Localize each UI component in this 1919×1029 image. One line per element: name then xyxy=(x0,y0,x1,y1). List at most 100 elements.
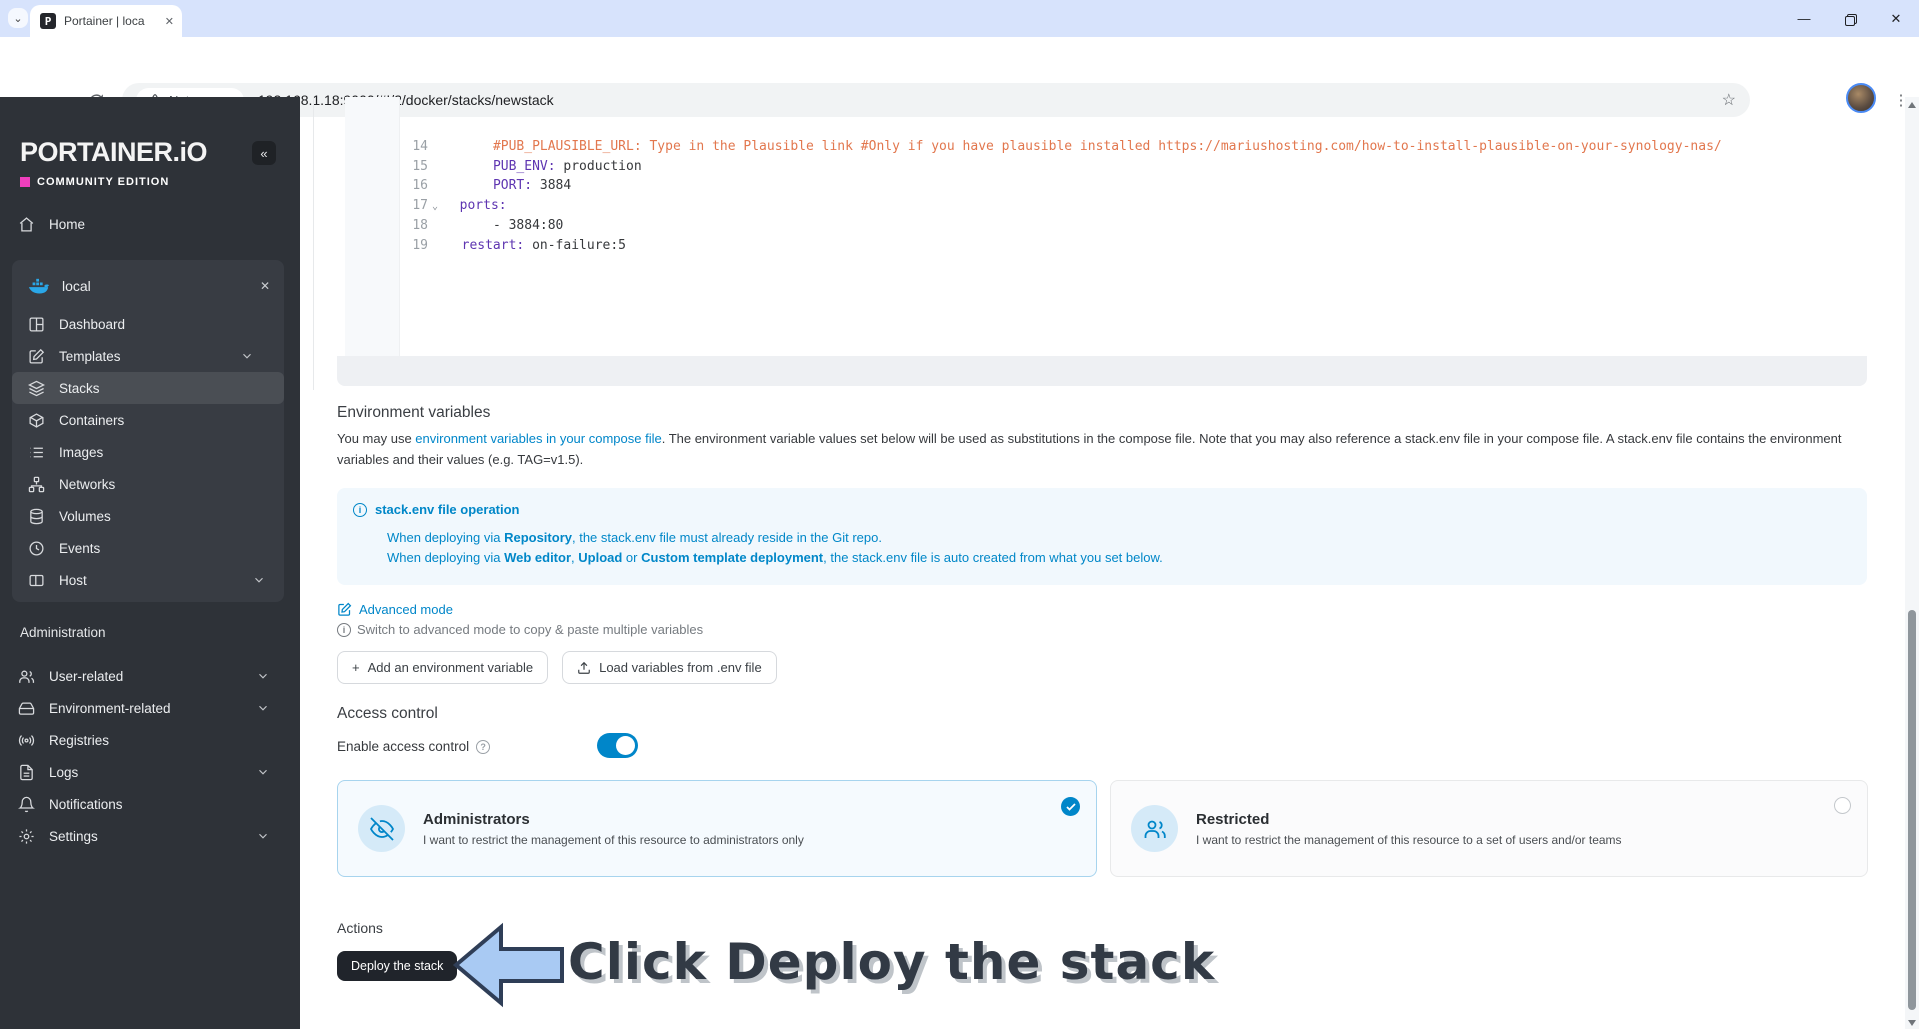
sidebar-item-label: Dashboard xyxy=(59,316,126,332)
containers-icon xyxy=(28,412,45,429)
page-scrollbar[interactable] xyxy=(1905,97,1919,1029)
sidebar-item-networks[interactable]: Networks xyxy=(12,468,284,500)
administrators-title: Administrators xyxy=(423,810,530,828)
sidebar-item-home[interactable]: Home xyxy=(0,208,300,240)
sidebar-item-label: Environment-related xyxy=(49,700,171,716)
access-option-restricted[interactable]: Restricted I want to restrict the manage… xyxy=(1110,780,1868,877)
sidebar-item-label: Networks xyxy=(59,476,116,492)
sidebar-item-containers[interactable]: Containers xyxy=(12,404,284,436)
sidebar-item-label: Stacks xyxy=(59,380,100,396)
radio-icon xyxy=(18,732,35,749)
infobox-title: stack.env file operation xyxy=(375,502,520,517)
form-widget-border xyxy=(313,97,314,390)
sidebar-item-dashboard[interactable]: Dashboard xyxy=(12,308,284,340)
info-icon: i xyxy=(337,622,351,637)
environment-name: local xyxy=(62,278,91,294)
browser-profile-avatar[interactable] xyxy=(1846,83,1876,113)
scrollbar-thumb[interactable] xyxy=(1908,610,1916,1010)
browser-titlebar: ⌄ P Portainer | loca ✕ — ✕ xyxy=(0,0,1919,37)
scrollbar-down-icon[interactable] xyxy=(1908,1020,1916,1026)
hard-drive-icon xyxy=(18,700,35,717)
sidebar-item-label: Home xyxy=(49,216,86,232)
url-text[interactable]: 192.168.1.18:9000/#!/2/docker/stacks/new… xyxy=(258,92,554,108)
sidebar-item-label: Templates xyxy=(59,348,121,364)
networks-icon xyxy=(28,476,45,493)
portainer-app-window: ⌄ P Portainer | loca ✕ — ✕ ← → Not secur… xyxy=(0,0,1919,1029)
users-icon xyxy=(1131,805,1178,852)
sidebar-item-environment-related[interactable]: Environment-related xyxy=(0,692,300,724)
events-icon xyxy=(28,540,45,557)
sidebar-item-label: Logs xyxy=(49,764,79,780)
actions-title: Actions xyxy=(337,920,383,936)
unselected-radio[interactable] xyxy=(1834,797,1851,814)
sidebar-item-host[interactable]: Host xyxy=(12,564,284,596)
access-control-toggle[interactable] xyxy=(597,733,638,758)
restricted-title: Restricted xyxy=(1196,810,1270,828)
sidebar-item-stacks[interactable]: Stacks xyxy=(12,372,284,404)
sidebar-item-volumes[interactable]: Volumes xyxy=(12,500,284,532)
tab-title: Portainer | loca xyxy=(64,14,145,28)
sidebar-item-label: Images xyxy=(59,444,104,460)
sidebar-item-events[interactable]: Events xyxy=(12,532,284,564)
plus-icon: + xyxy=(352,660,360,675)
sidebar: PORTAINER.iO « COMMUNITY EDITION Home lo… xyxy=(0,97,300,1029)
chevron-down-icon xyxy=(256,829,270,843)
deploy-the-stack-button[interactable]: Deploy the stack xyxy=(337,951,458,981)
compose-env-vars-link[interactable]: environment variables in your compose fi… xyxy=(415,431,661,446)
tab-search-button[interactable]: ⌄ xyxy=(8,8,28,28)
docker-whale-icon xyxy=(28,277,50,295)
bell-icon xyxy=(18,796,35,813)
help-icon[interactable]: ? xyxy=(476,739,491,754)
file-text-icon xyxy=(18,764,35,781)
window-minimize-button[interactable]: — xyxy=(1781,0,1827,37)
sidebar-item-settings[interactable]: Settings xyxy=(0,820,300,852)
browser-tab[interactable]: P Portainer | loca ✕ xyxy=(30,5,182,37)
portainer-logo: PORTAINER.iO xyxy=(20,137,208,167)
toggle-knob xyxy=(616,736,635,755)
tab-close-icon[interactable]: ✕ xyxy=(165,15,174,28)
access-control-title: Access control xyxy=(337,705,438,722)
load-variables-from-env-button[interactable]: Load variables from .env file xyxy=(562,651,777,684)
sidebar-item-label: Events xyxy=(59,540,101,556)
templates-icon xyxy=(28,348,45,365)
chevron-down-icon xyxy=(240,349,254,363)
add-environment-variable-button[interactable]: + Add an environment variable xyxy=(337,651,549,684)
advanced-mode-link[interactable]: Advanced mode xyxy=(337,602,453,617)
chevron-down-icon xyxy=(256,765,270,779)
sidebar-item-images[interactable]: Images xyxy=(12,436,284,468)
editor-line: 15 PUB_ENV: production xyxy=(412,158,642,174)
volumes-icon xyxy=(28,508,45,525)
sidebar-item-user-related[interactable]: User-related xyxy=(0,660,300,692)
editor-widget-footer xyxy=(337,356,1867,386)
editor-line: 19 restart: on-failure:5 xyxy=(412,237,626,253)
sidebar-item-label: Settings xyxy=(49,828,98,844)
window-close-button[interactable]: ✕ xyxy=(1873,0,1919,37)
restore-icon xyxy=(1845,13,1857,26)
chevron-down-icon xyxy=(252,573,266,587)
editor-line: 18 - 3884:80 xyxy=(412,217,564,233)
chevron-down-icon xyxy=(256,669,270,683)
sidebar-item-notifications[interactable]: Notifications xyxy=(0,788,300,820)
scrollbar-up-icon[interactable] xyxy=(1908,102,1916,108)
images-icon xyxy=(28,444,45,461)
portainer-favicon-icon: P xyxy=(40,13,56,29)
editor-line: 16 PORT: 3884 xyxy=(412,178,572,194)
sidebar-item-label: Notifications xyxy=(49,796,123,812)
sidebar-item-label: Registries xyxy=(49,732,110,748)
advanced-mode-hint: i Switch to advanced mode to copy & past… xyxy=(337,622,703,637)
access-option-administrators[interactable]: Administrators I want to restrict the ma… xyxy=(337,780,1097,877)
sidebar-item-templates[interactable]: Templates xyxy=(12,340,284,372)
annotation-arrow-icon xyxy=(453,922,564,1008)
sidebar-item-logs[interactable]: Logs xyxy=(0,756,300,788)
environment-close-icon[interactable]: ✕ xyxy=(260,279,270,293)
administrators-description: I want to restrict the management of thi… xyxy=(423,832,804,847)
host-icon xyxy=(28,572,45,589)
sidebar-item-label: Containers xyxy=(59,412,125,428)
sidebar-item-registries[interactable]: Registries xyxy=(0,724,300,756)
sidebar-collapse-button[interactable]: « xyxy=(252,141,276,165)
users-icon xyxy=(18,668,35,685)
bookmark-star-icon[interactable]: ☆ xyxy=(1722,90,1736,110)
infobox-line-repository: When deploying via Repository, the stack… xyxy=(387,530,882,545)
sidebar-environment-local[interactable]: local ✕ xyxy=(12,268,284,304)
window-restore-button[interactable] xyxy=(1827,0,1873,37)
